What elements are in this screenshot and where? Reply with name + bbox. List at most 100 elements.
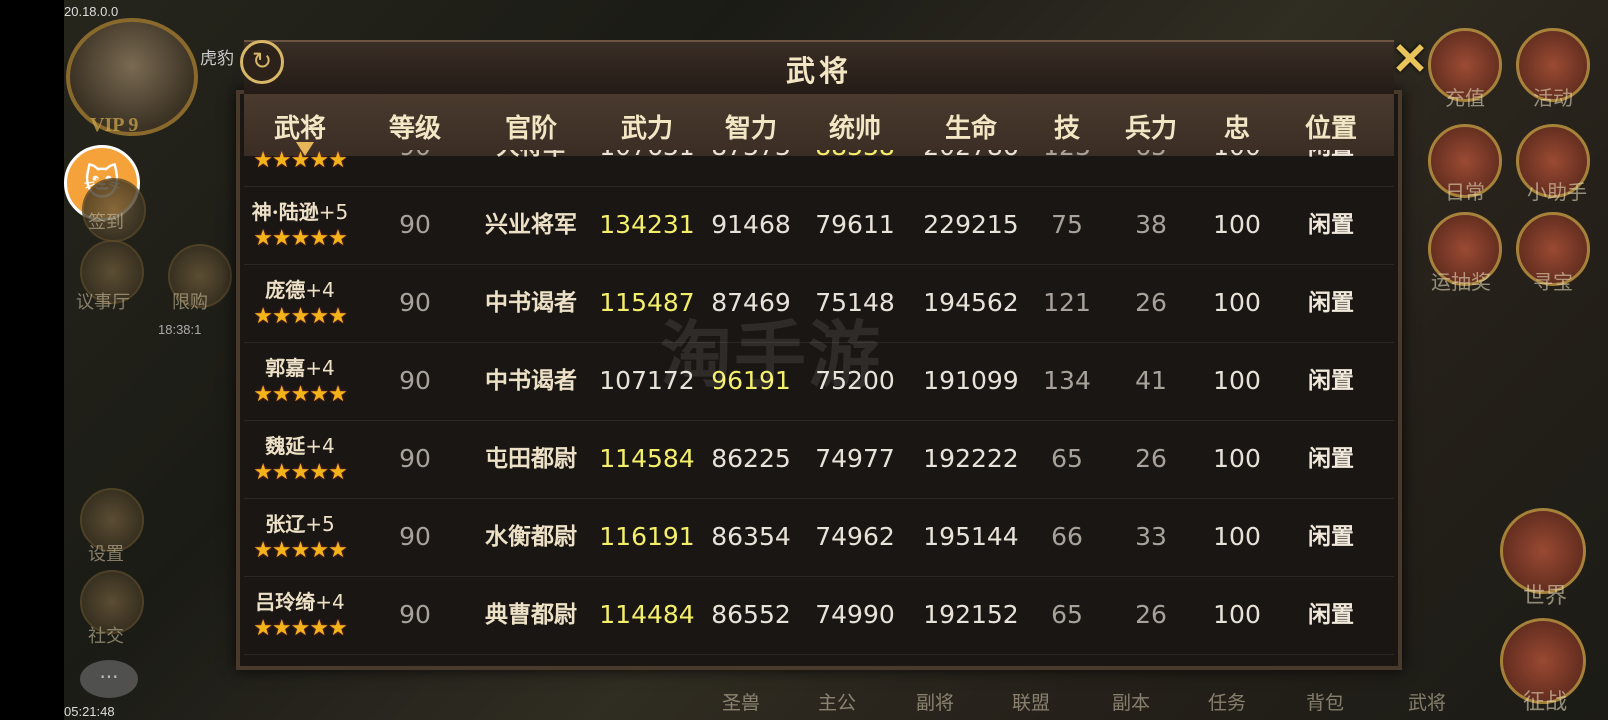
intellect-cell: 86552 <box>711 600 791 629</box>
general-name: 魏延+4 <box>244 432 370 460</box>
table-row[interactable]: 张辽+5 ★★★★★ 90 水衡都尉 116191 86354 74962 195144 66 3… <box>244 498 1394 577</box>
rank-cell: 兴业将军 <box>485 211 577 238</box>
right-menu-lottery[interactable]: 运抽奖 <box>1416 266 1506 295</box>
level-cell: 90 <box>399 600 431 629</box>
column-force[interactable]: 武力 <box>621 108 673 145</box>
general-upgrade-level: +4 <box>305 434 335 458</box>
intellect-cell: 87373 <box>711 150 791 186</box>
hp-cell: 192152 <box>923 600 1019 629</box>
column-troops[interactable]: 兵力 <box>1125 108 1177 145</box>
column-level[interactable]: 等级 <box>389 108 441 145</box>
hp-cell: 202786 <box>923 150 1018 186</box>
bottom-nav-bag[interactable]: 背包 <box>1306 688 1344 715</box>
event-timer: 18:38:1 <box>158 322 202 337</box>
right-menu-helper[interactable]: 小助手 <box>1512 176 1602 205</box>
right-menu-activity[interactable]: 活动 <box>1508 82 1598 111</box>
force-cell: 107631 <box>599 150 694 186</box>
general-name-cell: ★★★★★ <box>244 150 370 174</box>
general-name-text: 神·陆逊 <box>251 200 319 224</box>
column-command[interactable]: 统帅 <box>829 108 881 145</box>
bottom-nav-quest[interactable]: 任务 <box>1208 688 1246 715</box>
generals-table: ★★★★★ 90 大将军 107631 87373 88338 202786 123 65 100… <box>244 150 1394 664</box>
command-cell: 74962 <box>815 522 895 551</box>
column-skill[interactable]: 技 <box>1054 108 1080 145</box>
command-cell: 75200 <box>815 366 895 395</box>
command-cell: 75148 <box>815 288 895 317</box>
skill-cell: 134 <box>1043 366 1091 395</box>
close-icon[interactable]: ✕ <box>1388 38 1432 82</box>
intellect-cell: 86354 <box>711 522 791 551</box>
skill-cell: 66 <box>1051 522 1083 551</box>
right-menu-battle[interactable]: 征战 <box>1500 684 1590 716</box>
chat-bubble-icon[interactable]: ··· <box>80 660 138 698</box>
skill-cell: 75 <box>1051 210 1083 239</box>
intellect-cell: 91468 <box>711 210 791 239</box>
table-row[interactable]: 郭嘉+4 ★★★★★ 90 中书谒者 107172 96191 75200 191099 134… <box>244 342 1394 421</box>
loyalty-cell: 100 <box>1213 522 1261 551</box>
general-name-text: 张辽 <box>265 512 306 536</box>
left-menu-settings[interactable]: 设置 <box>88 540 124 566</box>
left-menu-limited[interactable]: 限购 <box>172 288 208 314</box>
right-menu-daily[interactable]: 日常 <box>1420 176 1510 205</box>
hp-cell: 229215 <box>923 210 1019 239</box>
left-menu-social[interactable]: 社交 <box>88 622 124 648</box>
general-name-text: 吕玲绮 <box>255 590 316 614</box>
rank-cell: 典曹都尉 <box>485 601 577 628</box>
column-loyalty[interactable]: 忠 <box>1224 108 1250 145</box>
star-rating-icon: ★★★★★ <box>253 538 348 563</box>
general-upgrade-level: +4 <box>305 278 335 302</box>
table-header: 武将 等级 官阶 武力 智力 统帅 生命 技 兵力 忠 位置 <box>244 94 1394 156</box>
general-name: 张辽+5 <box>244 510 370 538</box>
rank-cell: 屯田都尉 <box>485 445 577 472</box>
column-hp[interactable]: 生命 <box>945 108 997 145</box>
table-row[interactable]: 魏延+4 ★★★★★ 90 屯田都尉 114584 86225 74977 192222 65 2… <box>244 420 1394 499</box>
hp-cell: 192222 <box>923 444 1019 473</box>
left-menu-checkin[interactable]: 签到 <box>88 208 124 234</box>
command-cell: 88338 <box>815 150 895 186</box>
player-name: 虎豹 <box>200 49 234 69</box>
loyalty-cell: 100 <box>1213 210 1261 239</box>
column-intellect[interactable]: 智力 <box>725 108 777 145</box>
table-row[interactable]: 吕玲绮+4 ★★★★★ 90 典曹都尉 114484 86552 74990 192152 65… <box>244 576 1394 655</box>
bottom-nav-deputy[interactable]: 副将 <box>916 688 954 715</box>
star-rating-icon: ★★★★★ <box>253 616 348 641</box>
position-cell: 闲置 <box>1308 601 1354 628</box>
right-menu-treasure[interactable]: 寻宝 <box>1508 266 1598 295</box>
table-row[interactable]: 神·陆逊+5 ★★★★★ 90 兴业将军 134231 91468 79611 229215 7… <box>244 186 1394 265</box>
column-general[interactable]: 武将 <box>274 108 326 145</box>
force-cell: 114584 <box>599 444 695 473</box>
general-name-cell: 庞德+4 ★★★★★ <box>244 276 370 330</box>
general-name-cell: 魏延+4 ★★★★★ <box>244 432 370 486</box>
bottom-nav-lord[interactable]: 主公 <box>818 688 856 715</box>
general-upgrade-level: +4 <box>305 356 335 380</box>
troops-cell: 33 <box>1135 522 1167 551</box>
loyalty-cell: 100 <box>1213 444 1261 473</box>
left-menu-council[interactable]: 议事厅 <box>76 288 130 314</box>
star-rating-icon: ★★★★★ <box>253 304 348 329</box>
panel-header: 武将 <box>244 40 1394 96</box>
column-rank[interactable]: 官阶 <box>505 108 557 145</box>
rank-cell: 中书谒者 <box>485 289 577 316</box>
intellect-cell: 87469 <box>711 288 791 317</box>
table-row[interactable]: ★★★★★ 90 大将军 107631 87373 88338 202786 123 65 100… <box>244 150 1394 187</box>
general-name-cell: 张辽+5 ★★★★★ <box>244 510 370 564</box>
right-menu-world[interactable]: 世界 <box>1500 578 1590 610</box>
intellect-cell: 86225 <box>711 444 791 473</box>
column-position[interactable]: 位置 <box>1305 108 1357 145</box>
general-upgrade-level: +5 <box>318 200 349 224</box>
rank-cell: 水衡都尉 <box>485 523 577 550</box>
star-rating-icon: ★★★★★ <box>253 460 348 485</box>
bottom-nav-dungeon[interactable]: 副本 <box>1112 688 1150 715</box>
bottom-nav-beast[interactable]: 圣兽 <box>722 688 760 715</box>
level-cell: 90 <box>399 444 431 473</box>
troops-cell: 41 <box>1135 366 1167 395</box>
bottom-nav-alliance[interactable]: 联盟 <box>1012 688 1050 715</box>
bottom-nav-generals[interactable]: 武将 <box>1408 688 1446 715</box>
refresh-icon[interactable]: ↻ <box>240 40 284 84</box>
right-menu-recharge[interactable]: 充值 <box>1420 82 1510 111</box>
table-row[interactable]: 庞德+4 ★★★★★ 90 中书谒者 115487 87469 75148 194562 121… <box>244 264 1394 343</box>
troops-cell: 26 <box>1135 600 1167 629</box>
general-name-cell: 吕玲绮+4 ★★★★★ <box>244 588 370 642</box>
level-cell: 90 <box>399 522 431 551</box>
skill-cell: 123 <box>1043 150 1091 186</box>
